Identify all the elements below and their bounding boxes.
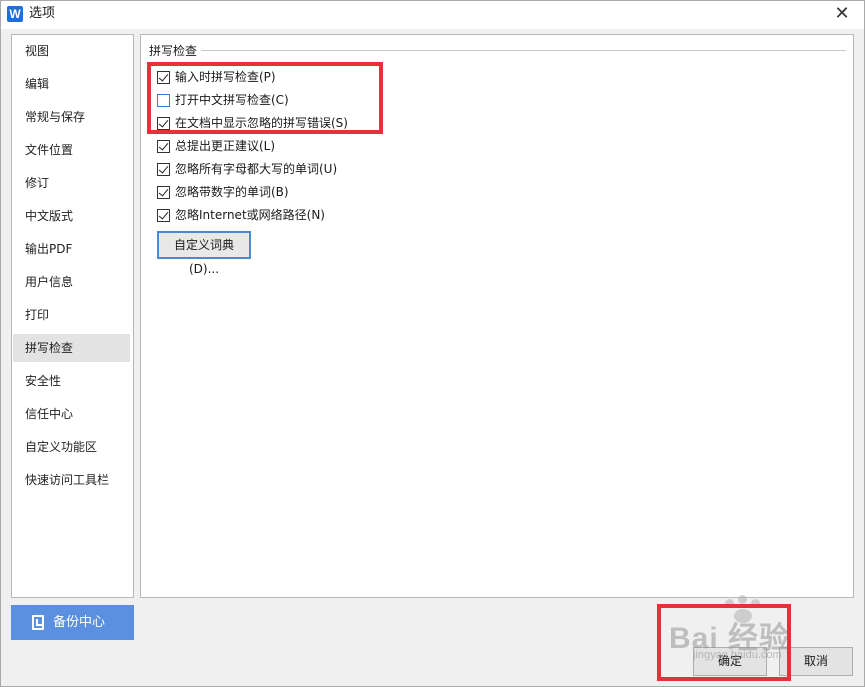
cancel-button[interactable]: 取消 <box>779 647 853 676</box>
option-check-spelling-as-you-type[interactable]: 输入时拼写检查(P) <box>157 68 276 86</box>
sidebar-item-customize-ribbon[interactable]: 自定义功能区 <box>13 433 130 461</box>
option-label: 在文档中显示忽略的拼写错误(S) <box>175 116 348 130</box>
watermark-subtext: jingyan.baidu.com <box>693 649 782 661</box>
sidebar-item-security[interactable]: 安全性 <box>13 367 130 395</box>
sidebar-item-edit[interactable]: 编辑 <box>13 70 130 98</box>
sidebar-item-track-changes[interactable]: 修订 <box>13 169 130 197</box>
sidebar-item-quick-access-toolbar[interactable]: 快速访问工具栏 <box>13 466 130 494</box>
window-title: 选项 <box>29 6 56 21</box>
sidebar-item-user-info[interactable]: 用户信息 <box>13 268 130 296</box>
checkbox-unchecked[interactable] <box>157 93 170 107</box>
option-label: 忽略Internet或网络路径(N) <box>175 208 325 222</box>
sidebar-item-trust-center[interactable]: 信任中心 <box>13 400 130 428</box>
option-always-suggest[interactable]: 总提出更正建议(L) <box>157 137 275 155</box>
checkbox-checked[interactable] <box>157 139 170 153</box>
sidebar-item-print[interactable]: 打印 <box>13 301 130 329</box>
close-button[interactable]: ✕ <box>828 3 856 25</box>
options-dialog: W 选项 ✕ 视图 编辑 常规与保存 文件位置 修订 中文版式 输出PDF 用户… <box>0 0 865 687</box>
option-label: 忽略带数字的单词(B) <box>175 185 289 199</box>
backup-icon <box>32 615 44 630</box>
option-label: 输入时拼写检查(P) <box>175 70 276 84</box>
sidebar-item-view[interactable]: 视图 <box>13 37 130 65</box>
sidebar-item-export-pdf[interactable]: 输出PDF <box>13 235 130 263</box>
option-label: 总提出更正建议(L) <box>175 139 276 153</box>
spellcheck-panel: 拼写检查 输入时拼写检查(P) 打开中文拼写检查(C) 在文档中显示忽略的拼写错… <box>140 34 854 598</box>
option-chinese-spell-check[interactable]: 打开中文拼写检查(C) <box>157 91 289 109</box>
option-ignore-internet-paths[interactable]: 忽略Internet或网络路径(N) <box>157 206 325 224</box>
sidebar-item-spell-check[interactable]: 拼写检查 <box>13 334 130 362</box>
title-bar: W 选项 ✕ <box>1 1 864 29</box>
sidebar-item-general-save[interactable]: 常规与保存 <box>13 103 130 131</box>
group-divider <box>201 50 846 51</box>
option-label: 打开中文拼写检查(C) <box>175 93 289 107</box>
custom-dictionary-button[interactable]: 自定义词典(D)... <box>157 231 251 276</box>
checkbox-checked[interactable] <box>157 185 170 199</box>
checkbox-checked[interactable] <box>157 162 170 176</box>
option-show-ignored-errors[interactable]: 在文档中显示忽略的拼写错误(S) <box>157 114 348 132</box>
backup-center-label: 备份中心 <box>53 615 106 630</box>
checkbox-checked[interactable] <box>157 208 170 222</box>
option-ignore-uppercase[interactable]: 忽略所有字母都大写的单词(U) <box>157 160 337 178</box>
checkbox-checked[interactable] <box>157 116 170 130</box>
option-ignore-numbers[interactable]: 忽略带数字的单词(B) <box>157 183 289 201</box>
sidebar-item-chinese-layout[interactable]: 中文版式 <box>13 202 130 230</box>
option-label: 忽略所有字母都大写的单词(U) <box>175 162 338 176</box>
backup-center-button[interactable]: 备份中心 <box>11 605 134 640</box>
group-title: 拼写检查 <box>149 42 202 59</box>
options-sidebar: 视图 编辑 常规与保存 文件位置 修订 中文版式 输出PDF 用户信息 打印 拼… <box>11 34 134 598</box>
wps-writer-icon: W <box>7 6 23 22</box>
sidebar-item-file-locations[interactable]: 文件位置 <box>13 136 130 164</box>
checkbox-checked[interactable] <box>157 70 170 84</box>
